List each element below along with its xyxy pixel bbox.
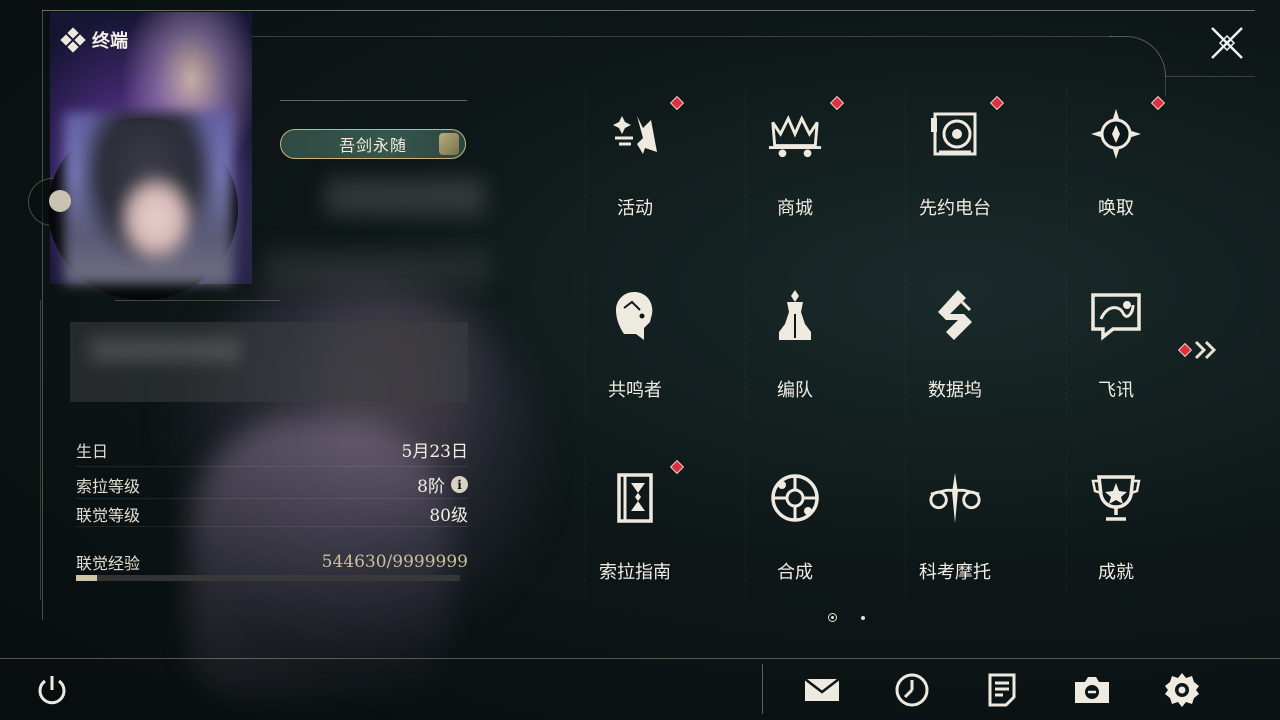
power-icon[interactable] (35, 673, 69, 707)
close-button[interactable] (1208, 24, 1246, 62)
union-level-value: 80级 (429, 506, 468, 526)
menu-label: 索拉指南 (599, 562, 671, 583)
menu-item-resonator[interactable]: 共鸣者 (585, 270, 685, 420)
bottom-bar-divider (0, 658, 1280, 659)
stat-divider (76, 526, 468, 527)
player-uid-redacted (262, 248, 490, 288)
menu-label: 科考摩托 (919, 562, 991, 583)
menu-label: 合成 (777, 562, 813, 583)
menu-item-databank[interactable]: 数据坞 (905, 270, 1005, 420)
notification-badge (1177, 342, 1193, 358)
birthday-label: 生日 (76, 441, 109, 461)
union-exp-bar-fill (76, 575, 98, 581)
synthesis-icon (767, 470, 823, 526)
next-page-button[interactable] (1177, 340, 1218, 360)
avatar-edit-icon[interactable] (49, 190, 71, 212)
frame-inner-top-line (250, 36, 1112, 37)
motorcycle-icon (927, 470, 983, 526)
menu-label: 活动 (617, 198, 653, 219)
sola-level-value: 8阶 (417, 477, 445, 497)
menu-item-message[interactable]: 飞讯 (1066, 270, 1166, 420)
menu-item-activity[interactable]: 活动 (585, 88, 685, 238)
menu-label: 数据坞 (928, 380, 982, 401)
page-indicator[interactable] (861, 616, 865, 620)
menu-item-summon[interactable]: 唤取 (1066, 88, 1166, 238)
info-icon[interactable]: i (451, 476, 468, 493)
mail-button[interactable] (802, 670, 842, 710)
menu-item-shop[interactable]: 商城 (745, 88, 845, 238)
birthday-row: 生日 5月23日 (76, 437, 468, 463)
double-chevron-right-icon[interactable] (1194, 340, 1218, 360)
menu-label: 飞讯 (1098, 380, 1134, 401)
title-badge-emblem (439, 133, 459, 155)
menu-label: 共鸣者 (608, 380, 662, 401)
power-button[interactable] (32, 670, 72, 710)
menu-label: 先约电台 (919, 198, 991, 219)
menu-item-radio[interactable]: 先约电台 (905, 88, 1005, 238)
activity-icon (607, 106, 663, 162)
union-exp-row: 联觉经验 544630/9999999 (76, 550, 468, 574)
notice-icon[interactable] (987, 672, 1017, 708)
radio-icon (927, 106, 983, 162)
settings-button[interactable] (1162, 670, 1202, 710)
frame-right-horizontal (1165, 76, 1255, 77)
sola-level-label: 索拉等级 (76, 476, 141, 496)
databank-icon (927, 288, 983, 344)
menu-item-guidebook[interactable]: 索拉指南 (585, 452, 685, 602)
camera-button[interactable] (1072, 670, 1112, 710)
notice-button[interactable] (982, 670, 1022, 710)
frame-left-line-inner (40, 300, 41, 600)
shop-icon (767, 106, 823, 162)
birthday-value: 5月23日 (401, 442, 468, 462)
stat-divider (76, 498, 468, 499)
menu-label: 商城 (777, 198, 813, 219)
page-indicator-active[interactable] (828, 613, 837, 622)
summon-icon (1088, 106, 1144, 162)
menu-label: 编队 (777, 380, 813, 401)
signature-redacted (90, 338, 240, 362)
sola-level-value-group: 8阶 i (417, 472, 468, 497)
camera-icon[interactable] (1073, 674, 1111, 706)
settings-icon[interactable] (1163, 671, 1201, 709)
menu-label: 成就 (1098, 562, 1134, 583)
achievement-icon (1088, 470, 1144, 526)
avatar[interactable] (64, 112, 232, 284)
menu-item-achievement[interactable]: 成就 (1066, 452, 1166, 602)
sola-level-row: 索拉等级 8阶 i (76, 472, 468, 497)
terminal-icon (60, 27, 86, 53)
frame-top-line (42, 10, 1255, 11)
frame-corner (1110, 36, 1166, 76)
name-divider (280, 100, 467, 101)
union-exp-value: 544630/9999999 (321, 552, 468, 572)
frame-left-line (42, 10, 43, 620)
union-level-row: 联觉等级 80级 (76, 501, 468, 527)
union-exp-bar (76, 575, 460, 581)
menu-item-synthesis[interactable]: 合成 (745, 452, 845, 602)
team-icon (767, 288, 823, 344)
compass-button[interactable] (892, 670, 932, 710)
mail-icon[interactable] (803, 676, 841, 704)
avatar-divider (115, 300, 280, 301)
menu-item-team[interactable]: 编队 (745, 270, 845, 420)
menu-item-motorcycle[interactable]: 科考摩托 (905, 452, 1005, 602)
signature-box[interactable] (70, 322, 468, 402)
player-name-redacted (325, 178, 485, 216)
union-exp-label: 联觉经验 (76, 554, 141, 573)
bottom-bar-separator (762, 664, 763, 714)
stat-divider (76, 466, 468, 467)
menu-label: 唤取 (1098, 198, 1134, 219)
union-level-label: 联觉等级 (76, 505, 141, 525)
message-icon (1088, 288, 1144, 344)
title-badge-text: 吾剑永随 (338, 136, 407, 155)
resonator-icon (607, 288, 663, 344)
guidebook-icon (607, 470, 663, 526)
title-badge[interactable]: 吾剑永随 (280, 129, 466, 159)
compass-icon[interactable] (894, 672, 930, 708)
page-title-text: 终端 (92, 31, 128, 52)
close-icon[interactable] (1208, 24, 1246, 62)
page-title: 终端 (60, 27, 128, 53)
